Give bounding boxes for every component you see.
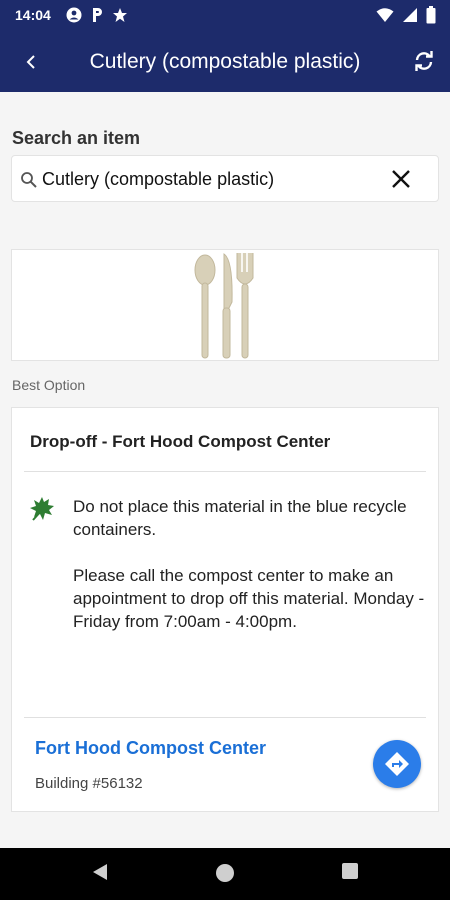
star-icon (113, 8, 127, 22)
nav-back-icon[interactable] (91, 862, 109, 882)
divider (24, 471, 426, 472)
refresh-icon[interactable] (412, 49, 436, 73)
best-option-card: Drop-off - Fort Hood Compost Center Do n… (11, 407, 439, 812)
wifi-icon (376, 8, 394, 22)
system-nav-bar (0, 848, 450, 900)
signal-icon (403, 8, 417, 22)
location-address: Building #56132 (35, 775, 143, 792)
directions-button[interactable] (373, 740, 421, 788)
status-time: 14:04 (15, 7, 51, 23)
directions-icon (385, 752, 409, 776)
status-bar: 14:04 (0, 0, 450, 32)
search-box (11, 155, 439, 202)
leaf-icon (30, 497, 54, 521)
app-bar: Cutlery (compostable plastic) (0, 32, 450, 92)
divider (24, 717, 426, 718)
page-title: Cutlery (compostable plastic) (89, 50, 361, 73)
search-label: Search an item (12, 128, 141, 148)
search-input[interactable] (42, 166, 382, 192)
option-description: Do not place this material in the blue r… (73, 497, 425, 631)
best-option-label: Best Option (12, 377, 86, 393)
location-name-link[interactable]: Fort Hood Compost Center (35, 738, 266, 759)
search-icon (21, 172, 37, 188)
option-heading: Drop-off - Fort Hood Compost Center (30, 432, 331, 451)
nav-home-icon[interactable] (214, 862, 236, 884)
battery-icon (426, 6, 436, 24)
item-image-box (11, 249, 439, 361)
cutlery-image (194, 253, 254, 359)
account-circle-icon (66, 7, 82, 23)
nav-recents-icon[interactable] (341, 862, 359, 880)
parking-icon (93, 8, 102, 22)
close-icon[interactable] (390, 168, 412, 190)
